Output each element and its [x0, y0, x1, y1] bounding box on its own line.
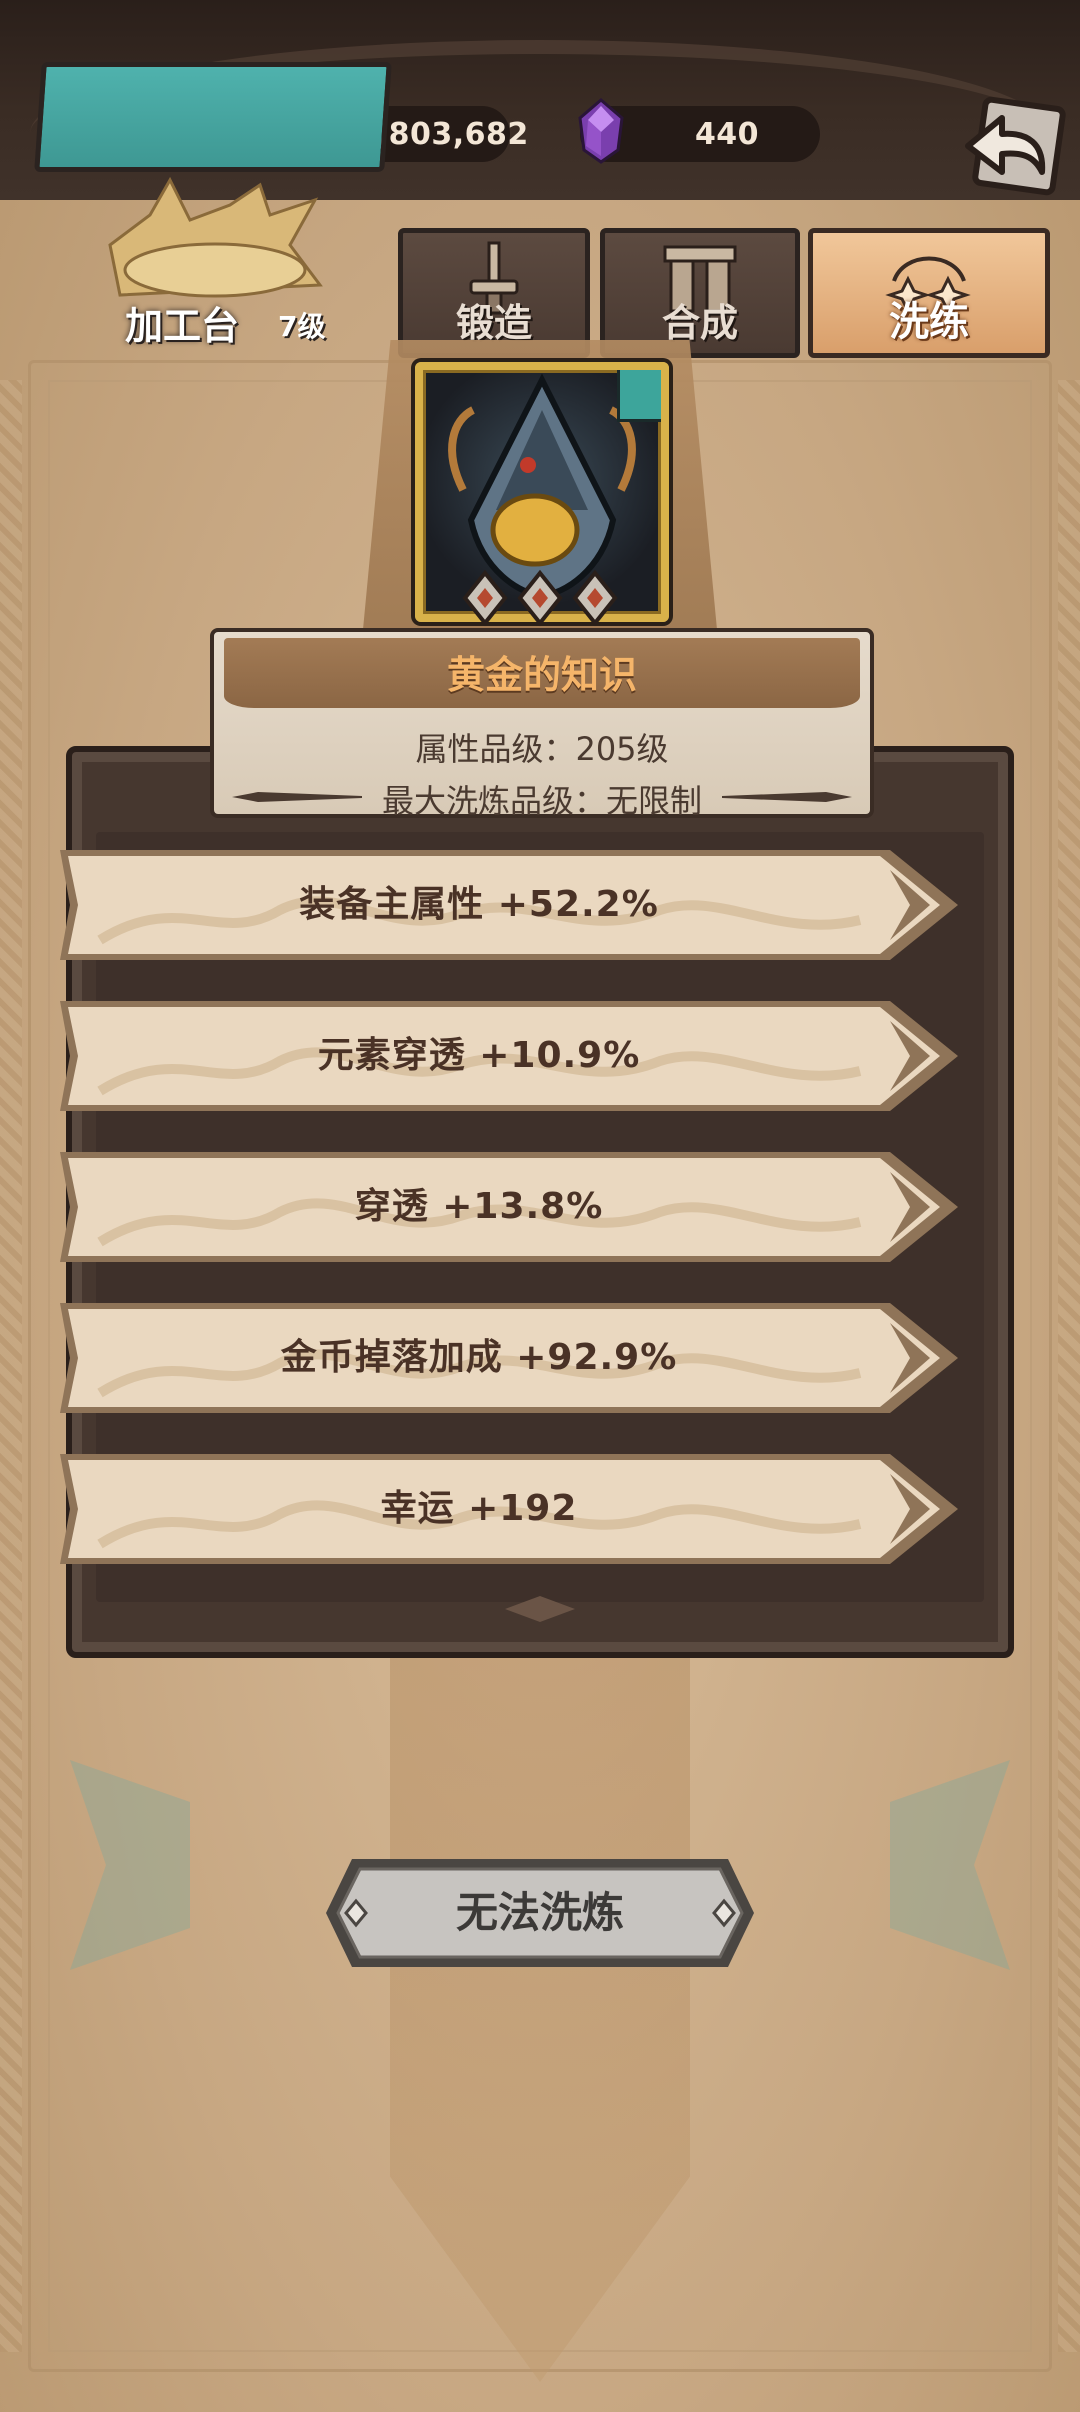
background-side-pattern-right [1058, 380, 1080, 2352]
tab-refine-label: 洗练 [889, 299, 969, 345]
rarity-gem-icon [462, 569, 508, 627]
refine-button-label: 无法洗炼 [455, 1888, 624, 1937]
attribute-text: 金币掉落加成 +92.9% [280, 1337, 678, 1378]
attribute-text: 穿透 +13.8% [354, 1186, 604, 1227]
attribute-row: 装备主属性 +52.2% [60, 850, 958, 960]
background-side-pattern-left [0, 380, 22, 2352]
item-info-plate: 黄金的知识 属性品级：205级 最大洗炼品级：无限制 [210, 628, 874, 820]
gem-counter: 440 [578, 98, 820, 164]
workbench-label: 加工台 [125, 304, 240, 348]
attribute-grade: 属性品级：205级 [415, 730, 669, 768]
attribute-row: 穿透 +13.8% [60, 1152, 958, 1262]
back-button[interactable] [958, 96, 1066, 200]
attribute-row: 元素穿透 +10.9% [60, 1001, 958, 1111]
attribute-text: 元素穿透 +10.9% [317, 1035, 641, 1076]
rarity-gem-icon [572, 569, 618, 627]
purple-gem-icon [578, 98, 624, 164]
tab-combine-label: 合成 [661, 301, 738, 345]
workbench-tab[interactable] [34, 62, 392, 172]
tab-refine[interactable]: 洗练 [808, 228, 1050, 358]
item-tag-badge [617, 370, 661, 422]
tab-forge[interactable]: 锻造 [398, 228, 590, 358]
rarity-gems [462, 569, 618, 627]
attribute-row: 幸运 +192 [60, 1454, 958, 1564]
tab-forge-label: 锻造 [455, 301, 532, 345]
rarity-gem-icon [517, 569, 563, 627]
workbench-level: 7级 [278, 310, 326, 343]
item-name: 黄金的知识 [446, 653, 637, 697]
attribute-text: 装备主属性 +52.2% [299, 884, 659, 925]
attribute-text: 幸运 +192 [380, 1488, 578, 1529]
gem-amount: 440 [694, 116, 760, 152]
attribute-row: 金币掉落加成 +92.9% [60, 1303, 958, 1413]
max-refine-grade: 最大洗炼品级：无限制 [381, 782, 702, 820]
tab-combine[interactable]: 合成 [600, 228, 800, 358]
refine-button[interactable]: 无法洗炼 [322, 1855, 758, 1971]
